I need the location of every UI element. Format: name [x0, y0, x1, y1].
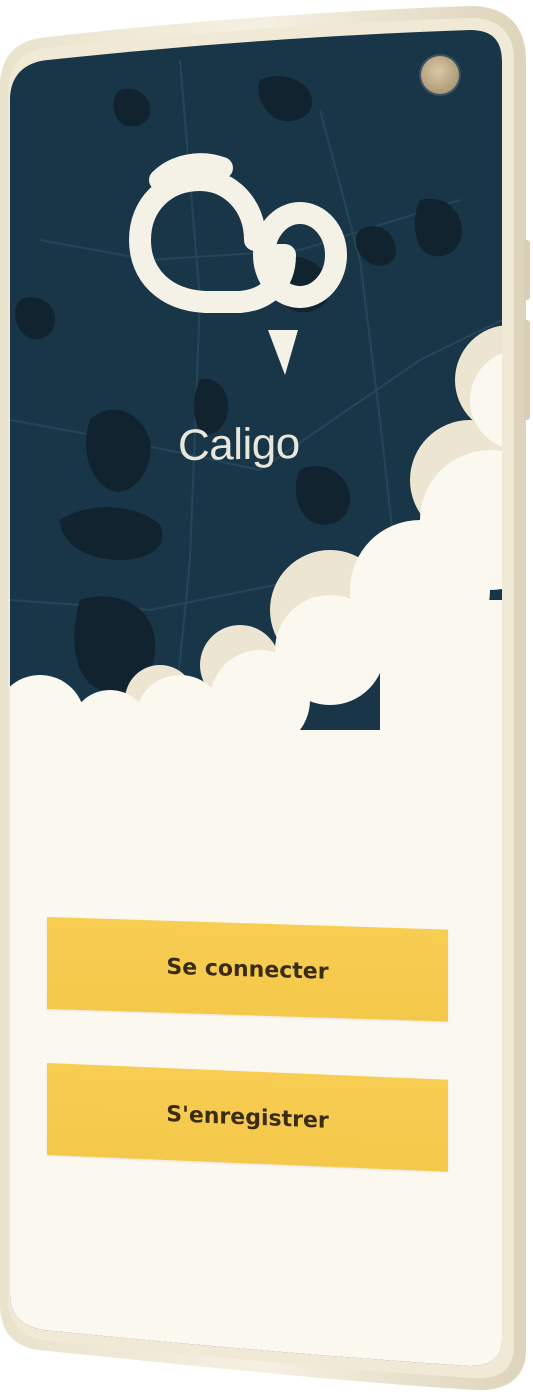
front-camera-icon	[421, 56, 459, 94]
register-button-label: S'enregistrer	[166, 1101, 329, 1134]
phone-body	[0, 6, 530, 1391]
login-button[interactable]: Se connecter	[47, 917, 448, 1022]
app-title: Caligo	[178, 419, 300, 471]
phone-mockup	[0, 0, 533, 1396]
login-button-label: Se connecter	[166, 954, 329, 985]
register-button[interactable]: S'enregistrer	[47, 1063, 448, 1172]
